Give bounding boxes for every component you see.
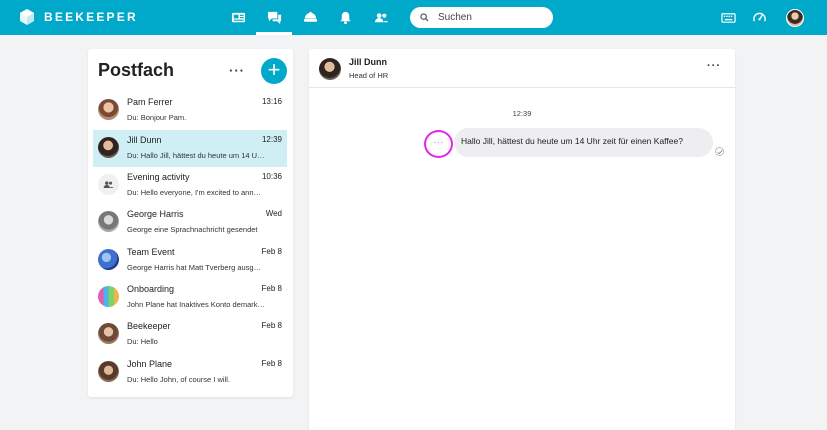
- more-icon: ···: [433, 137, 444, 147]
- conversation-item[interactable]: Pam Ferrer 13:16 Du: Bonjour Pam.: [93, 92, 287, 129]
- conversation-item[interactable]: George Harris Wed George eine Sprachnach…: [93, 204, 287, 241]
- conversation-time: Feb 8: [261, 359, 282, 368]
- avatar: [98, 99, 119, 120]
- keyboard-icon[interactable]: [713, 0, 743, 35]
- conversation-item[interactable]: Evening activity 10:36 Du: Hello everyon…: [93, 167, 287, 204]
- chat-icon[interactable]: [256, 0, 292, 35]
- message-text: Hallo Jill, hättest du heute um 14 Uhr z…: [461, 136, 683, 146]
- conversation-preview: Du: Hallo Jill, hättest du heute um 14 U…: [127, 151, 265, 160]
- profile-avatar: [786, 8, 804, 27]
- notifications-icon[interactable]: [327, 0, 363, 35]
- conversation-preview: George eine Sprachnachricht gesendet: [127, 225, 258, 234]
- conversation-name: Team Event: [127, 247, 175, 257]
- conversation-time: 13:16: [261, 97, 282, 106]
- chat-header: Jill Dunn Head of HR ···: [309, 49, 735, 88]
- avatar: [98, 211, 119, 232]
- user-avatar[interactable]: [780, 0, 810, 35]
- conversation-preview: John Plane hat Inaktives Konto demarkier…: [127, 300, 265, 309]
- conversation-time: Wed: [265, 209, 282, 218]
- conversation-time: Feb 8: [261, 284, 282, 293]
- conversation-name: Onboarding: [127, 284, 175, 294]
- conversation-time: 10:36: [261, 172, 282, 181]
- group-avatar: [98, 174, 119, 195]
- conversation-item[interactable]: John Plane Feb 8 Du: Hello John, of cour…: [93, 354, 287, 391]
- message-options-button[interactable]: ···: [424, 130, 453, 158]
- search-input[interactable]: [438, 12, 548, 23]
- search-bar[interactable]: [410, 7, 553, 28]
- search-icon: [420, 13, 429, 22]
- contact-name[interactable]: Jill Dunn: [349, 57, 387, 67]
- conversation-name: John Plane: [127, 359, 173, 369]
- conversation-name: Jill Dunn: [127, 135, 162, 145]
- contact-role: Head of HR: [349, 71, 389, 80]
- conversation-item[interactable]: Team Event Feb 8 George Harris hat Matt …: [93, 242, 287, 279]
- dashboard-icon[interactable]: [744, 0, 774, 35]
- conversation-time: Feb 8: [261, 247, 282, 256]
- inbox-title: Postfach: [98, 60, 175, 80]
- read-receipt-icon: [715, 147, 724, 156]
- conversation-time: Feb 8: [261, 321, 282, 330]
- avatar: [98, 323, 119, 344]
- conversation-name: George Harris: [127, 209, 184, 219]
- avatar: [98, 286, 119, 307]
- avatar: [98, 137, 119, 158]
- conversation-item-selected[interactable]: Jill Dunn 12:39 Du: Hallo Jill, hättest …: [93, 130, 287, 167]
- conversation-name: Beekeeper: [127, 321, 171, 331]
- group-icon: [103, 181, 114, 188]
- tools-icon[interactable]: [292, 0, 328, 35]
- chat-panel: Jill Dunn Head of HR ··· 12:39 Hallo Jil…: [309, 49, 735, 430]
- contact-avatar[interactable]: [319, 58, 341, 80]
- conversation-preview: Du: Hello: [127, 337, 158, 346]
- avatar: [98, 249, 119, 270]
- avatar: [98, 361, 119, 382]
- inbox-panel: Postfach ··· + Pam Ferrer 13:16 Du: Bonj…: [88, 49, 293, 397]
- conversation-preview: Du: Bonjour Pam.: [127, 113, 187, 122]
- conversation-preview: Du: Hello John, of course I will.: [127, 375, 230, 384]
- message-timestamp: 12:39: [512, 109, 532, 118]
- beekeeper-logo: [20, 9, 34, 25]
- new-conversation-button[interactable]: +: [261, 58, 287, 84]
- news-icon[interactable]: [220, 0, 256, 35]
- conversation-preview: Du: Hello everyone, I'm excited to annou…: [127, 188, 265, 197]
- conversation-preview: George Harris hat Matt Tverberg ausgesch…: [127, 263, 265, 272]
- chat-more-button[interactable]: ···: [707, 60, 721, 72]
- conversation-item[interactable]: Onboarding Feb 8 John Plane hat Inaktive…: [93, 279, 287, 316]
- brand[interactable]: BEEKEEPER: [18, 8, 138, 26]
- conversation-item[interactable]: Beekeeper Feb 8 Du: Hello: [93, 316, 287, 353]
- conversation-name: Pam Ferrer: [127, 97, 173, 107]
- people-icon[interactable]: [363, 0, 399, 35]
- inbox-more-button[interactable]: ···: [229, 63, 245, 78]
- top-bar: BEEKEEPER: [0, 0, 827, 35]
- brand-name: BEEKEEPER: [44, 10, 138, 24]
- conversation-name: Evening activity: [127, 172, 190, 182]
- conversation-time: 12:39: [261, 135, 282, 144]
